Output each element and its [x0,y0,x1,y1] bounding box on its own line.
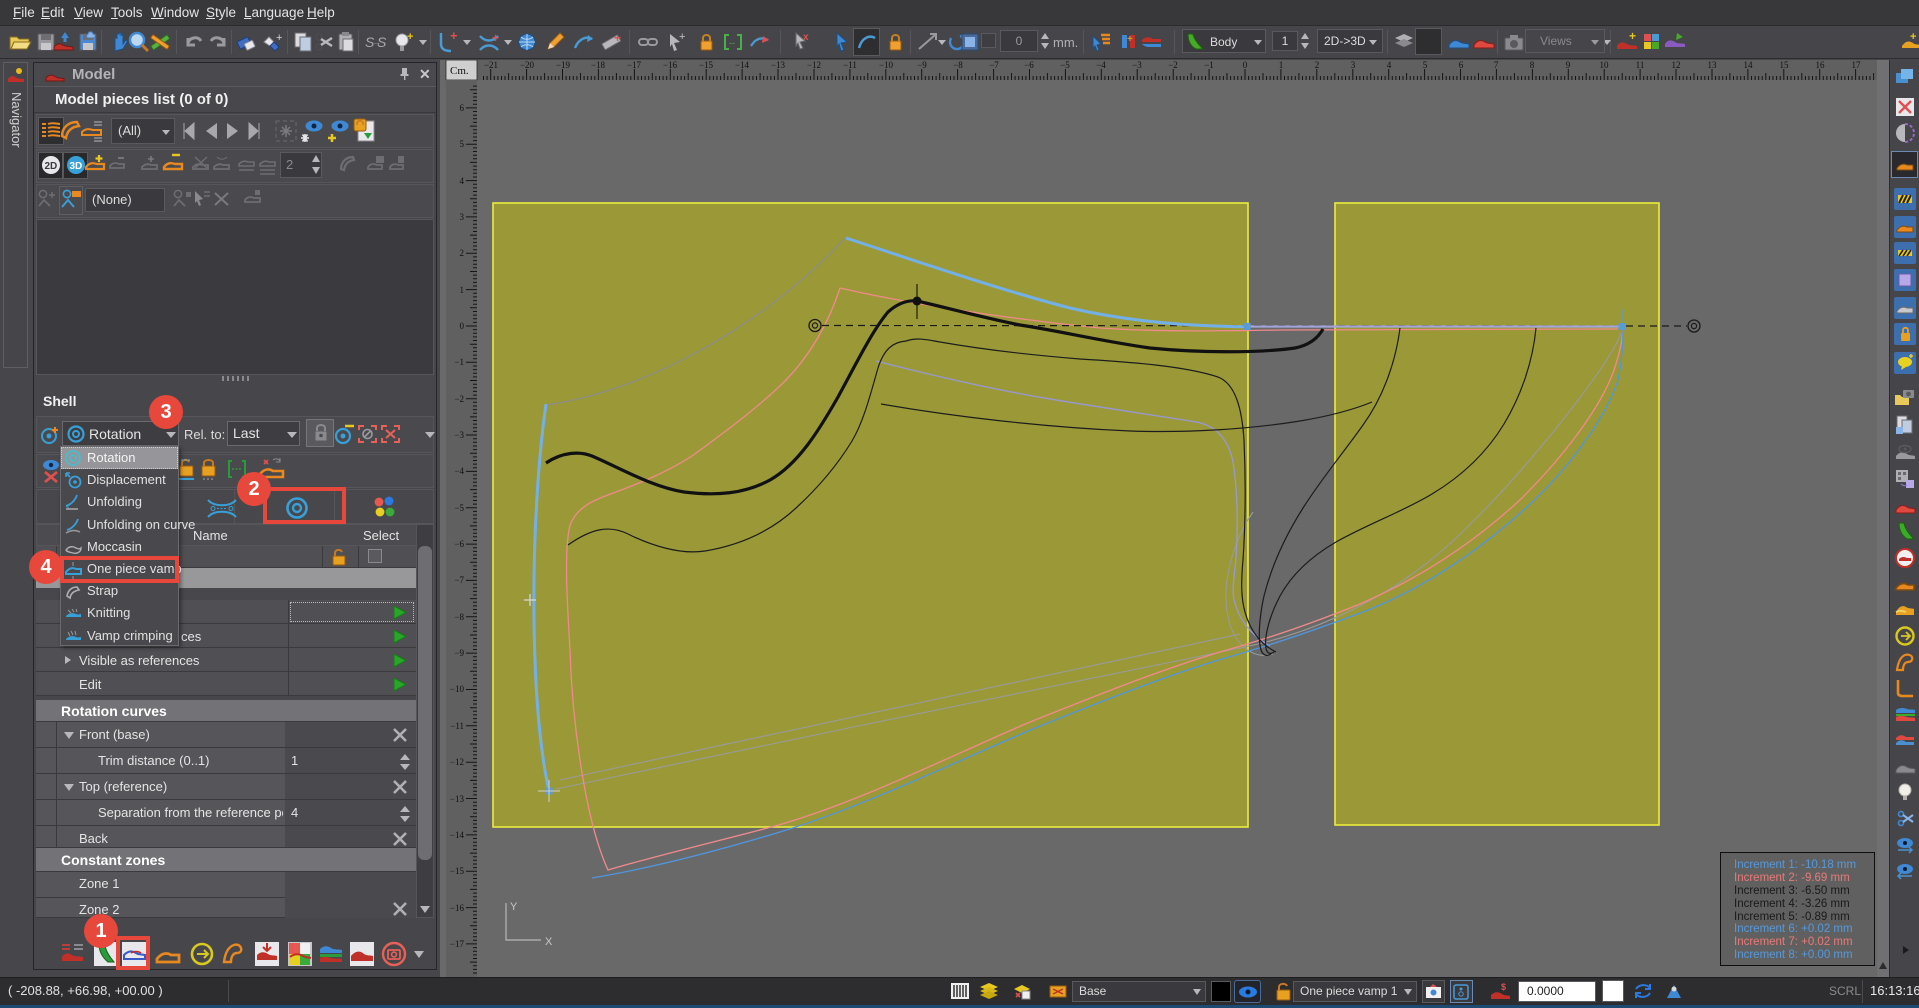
svg-text:−15: −15 [450,866,465,876]
svg-text:x: x [803,32,809,43]
svg-text:−11: −11 [843,60,857,70]
svg-text:Increment 8: +0.00 mm: Increment 8: +0.00 mm [1734,949,1853,961]
svg-text:3: 3 [1351,60,1356,70]
svg-text:+: + [450,30,458,43]
svg-text:3: 3 [460,212,465,222]
svg-text:−13: −13 [771,60,786,70]
svg-text:−13: −13 [450,794,465,804]
svg-text:−17: −17 [450,939,465,949]
svg-text:--: -- [729,38,735,48]
svg-text:−1: −1 [454,357,464,367]
svg-text:4: 4 [460,176,465,186]
svg-text:2: 2 [460,248,465,258]
svg-text:+: + [492,31,499,45]
svg-text:−9: −9 [917,60,927,70]
svg-text:9: 9 [1566,60,1571,70]
svg-text:−20: −20 [520,60,535,70]
svg-text:−21: −21 [484,60,498,70]
svg-text:Increment 6: +0.02 mm: Increment 6: +0.02 mm [1734,923,1853,935]
svg-text:1: 1 [460,285,465,295]
svg-text:+: + [276,32,282,44]
svg-text:+: + [679,31,685,43]
svg-text:−10: −10 [879,60,894,70]
svg-text:−6: −6 [1024,60,1034,70]
svg-text:Y: Y [510,901,518,913]
svg-text:−8: −8 [953,60,963,70]
svg-text:0: 0 [460,321,465,331]
svg-text:6: 6 [1459,60,1464,70]
svg-text:−5: −5 [1060,60,1070,70]
svg-text:−7: −7 [989,60,999,70]
svg-text:10: 10 [1600,60,1610,70]
svg-text:−16: −16 [663,60,678,70]
svg-text:−2: −2 [454,394,464,404]
svg-text:4: 4 [1387,60,1392,70]
svg-text:−19: −19 [556,60,571,70]
svg-text:−1: −1 [1204,60,1214,70]
svg-text:5: 5 [1423,60,1428,70]
svg-text:−15: −15 [699,60,714,70]
svg-text:Increment 3: -6.50 mm: Increment 3: -6.50 mm [1734,885,1850,897]
svg-text:2: 2 [1315,60,1320,70]
svg-text:−9: −9 [454,648,464,658]
svg-text:0: 0 [1243,60,1248,70]
svg-text:+: + [614,31,621,45]
svg-text:−7: −7 [454,575,464,585]
svg-text:−8: −8 [454,612,464,622]
svg-text:−14: −14 [450,830,465,840]
svg-text:S: S [377,34,387,50]
svg-text:$: $ [1501,982,1506,992]
svg-text:Increment 7: +0.02 mm: Increment 7: +0.02 mm [1734,936,1853,948]
svg-text:−5: −5 [454,503,464,513]
svg-text:−10: −10 [450,684,465,694]
svg-text:Increment 1: -10.18 mm: Increment 1: -10.18 mm [1734,859,1856,871]
svg-text:X: X [545,936,553,948]
svg-text:+: + [1127,34,1133,45]
svg-text:−3: −3 [454,430,464,440]
svg-text:−18: −18 [591,60,606,70]
svg-text:−16: −16 [450,903,465,913]
svg-text:11: 11 [1636,60,1645,70]
svg-text:−4: −4 [454,466,464,476]
svg-text:+: + [1910,31,1916,43]
svg-text:−2: −2 [1168,60,1178,70]
svg-text:−17: −17 [627,60,642,70]
svg-text:−11: −11 [450,721,464,731]
svg-text:−3: −3 [1132,60,1142,70]
svg-text:3D: 3D [70,161,83,172]
svg-text:8: 8 [1530,60,1535,70]
svg-text:13: 13 [1708,60,1718,70]
svg-text:Cm.: Cm. [450,65,469,77]
svg-text:16: 16 [1816,60,1826,70]
svg-text:6: 6 [460,103,465,113]
svg-text:−4: −4 [1096,60,1106,70]
svg-text:1: 1 [1279,60,1284,70]
svg-text:12: 12 [1672,60,1681,70]
svg-text:+: + [1629,30,1636,43]
svg-text:+: + [407,31,413,43]
svg-text:7: 7 [1494,60,1499,70]
svg-text:2D: 2D [45,161,58,172]
svg-text:Increment 5: -0.89 mm: Increment 5: -0.89 mm [1734,911,1850,923]
svg-text:−12: −12 [807,60,821,70]
svg-text:15: 15 [1780,60,1790,70]
svg-text:−14: −14 [735,60,750,70]
svg-text:Increment 2: -9.69 mm: Increment 2: -9.69 mm [1734,872,1850,884]
svg-text:Increment 4: -3.26 mm: Increment 4: -3.26 mm [1734,898,1850,910]
svg-text:5: 5 [460,139,465,149]
svg-text:−6: −6 [454,539,464,549]
svg-text:−12: −12 [450,757,464,767]
svg-text:14: 14 [1744,60,1754,70]
svg-text:17: 17 [1852,60,1862,70]
